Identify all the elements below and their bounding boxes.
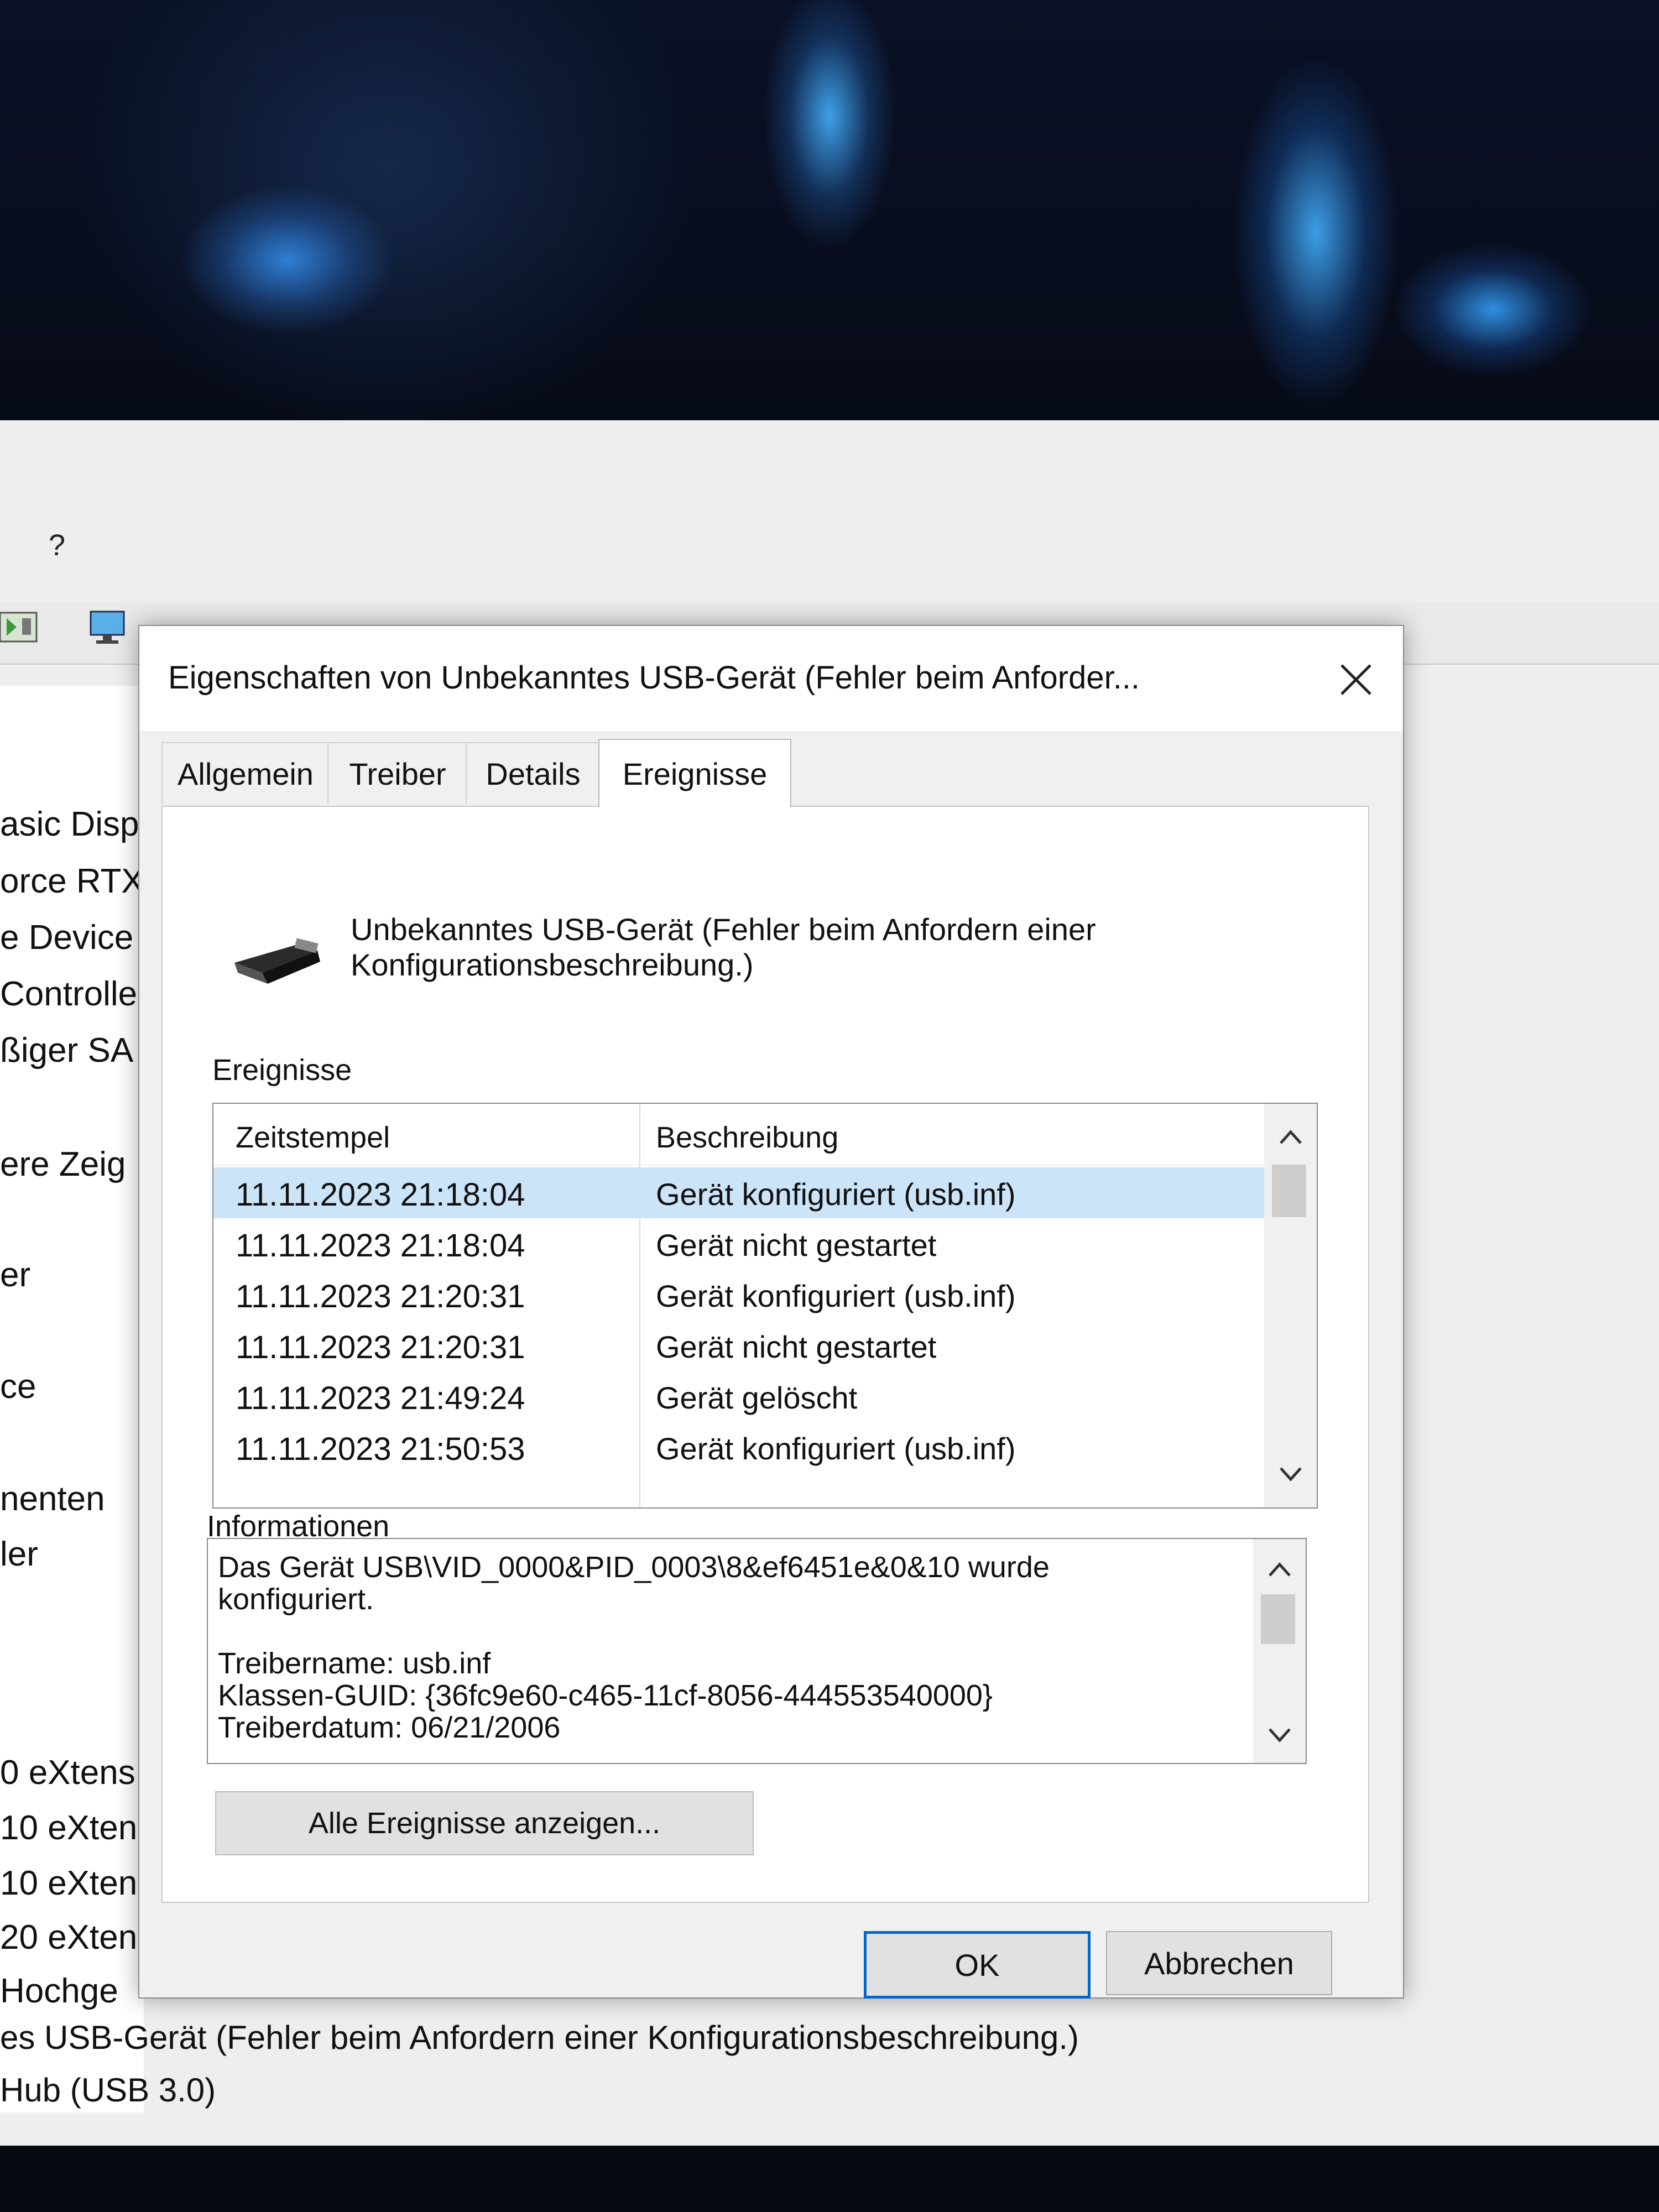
close-button[interactable] xyxy=(1331,655,1381,705)
scroll-thumb[interactable] xyxy=(1272,1165,1306,1217)
scroll-up-button[interactable] xyxy=(1264,1115,1317,1159)
event-row[interactable]: 11.11.2023 21:20:31 Gerät nicht gestarte… xyxy=(213,1320,1264,1371)
help-menu[interactable]: ? xyxy=(49,528,65,562)
event-row[interactable]: 11.11.2023 21:49:24 Gerät gelöscht xyxy=(213,1371,1264,1422)
events-tab-panel: Unbekanntes USB-Gerät (Fehler beim Anfor… xyxy=(161,806,1369,1903)
chevron-down-icon xyxy=(1268,1728,1291,1743)
scroll-down-button[interactable] xyxy=(1264,1452,1317,1496)
event-row[interactable]: 11.11.2023 21:50:53 Gerät konfiguriert (… xyxy=(213,1422,1264,1473)
event-description: Gerät nicht gestartet xyxy=(656,1329,937,1364)
tree-item[interactable]: ßiger SA xyxy=(0,1031,133,1070)
info-line: Das Gerät USB\VID_0000&PID_0003\8&ef6451… xyxy=(218,1551,1050,1584)
tree-item[interactable]: Hochge xyxy=(0,1971,118,2011)
event-description: Gerät nicht gestartet xyxy=(656,1228,937,1262)
events-scrollbar[interactable] xyxy=(1264,1104,1317,1507)
tab-details[interactable]: Details xyxy=(466,742,601,804)
all-events-button[interactable]: Alle Ereignisse anzeigen... xyxy=(215,1791,754,1855)
tree-item[interactable]: ler xyxy=(0,1535,38,1574)
event-timestamp: 11.11.2023 21:20:31 xyxy=(236,1329,525,1365)
info-line: Klassen-GUID: {36fc9e60-c465-11cf-8056-4… xyxy=(218,1679,993,1712)
tree-item[interactable]: ce xyxy=(0,1367,36,1406)
tree-item[interactable]: e Device xyxy=(0,918,133,957)
tree-item[interactable]: ere Zeig xyxy=(0,1145,126,1184)
info-line: Treiberdatum: 06/21/2006 xyxy=(218,1711,561,1744)
tree-item[interactable]: 20 eXten xyxy=(0,1918,137,1957)
tree-item[interactable]: 10 eXten xyxy=(0,1864,137,1903)
event-row[interactable]: 11.11.2023 21:20:31 Gerät konfiguriert (… xyxy=(213,1269,1264,1320)
device-tree: asic Disp orce RTX e Device Controlle ßi… xyxy=(0,686,144,2112)
event-row[interactable]: 11.11.2023 21:18:04 Gerät konfiguriert (… xyxy=(213,1167,1264,1218)
properties-dialog: Eigenschaften von Unbekanntes USB-Gerät … xyxy=(138,625,1404,1999)
tree-item-unknown-usb-device[interactable]: es USB-Gerät (Fehler beim Anfordern eine… xyxy=(0,2018,1079,2057)
tree-item[interactable]: Controlle xyxy=(0,974,137,1014)
info-line: konfiguriert. xyxy=(218,1583,374,1616)
events-list[interactable]: Zeitstempel Beschreibung 11.11.2023 21:1… xyxy=(212,1103,1318,1509)
dialog-title: Eigenschaften von Unbekanntes USB-Gerät … xyxy=(168,660,1140,696)
event-description: Gerät konfiguriert (usb.inf) xyxy=(656,1177,1016,1212)
info-line: Treibername: usb.inf xyxy=(218,1647,491,1680)
event-description: Gerät gelöscht xyxy=(656,1380,858,1415)
monitor-toolbar-icon[interactable] xyxy=(88,608,127,647)
tree-item[interactable]: asic Disp xyxy=(0,805,139,844)
chevron-up-icon xyxy=(1268,1562,1291,1577)
tree-item[interactable]: 10 eXten xyxy=(0,1808,137,1848)
chevron-up-icon xyxy=(1279,1130,1302,1144)
scroll-up-button[interactable] xyxy=(1253,1547,1306,1592)
event-timestamp: 11.11.2023 21:20:31 xyxy=(236,1279,525,1314)
event-timestamp: 11.11.2023 21:49:24 xyxy=(236,1380,525,1416)
event-row[interactable]: 11.11.2023 21:18:04 Gerät nicht gestarte… xyxy=(213,1218,1264,1269)
properties-toolbar-icon[interactable] xyxy=(0,608,39,647)
tab-treiber[interactable]: Treiber xyxy=(327,742,468,804)
tree-item[interactable]: 0 eXtens xyxy=(0,1753,135,1792)
info-textbox[interactable]: Das Gerät USB\VID_0000&PID_0003\8&ef6451… xyxy=(207,1538,1307,1764)
info-scrollbar[interactable] xyxy=(1253,1539,1306,1763)
device-name: Unbekanntes USB-Gerät (Fehler beim Anfor… xyxy=(351,912,1096,982)
tree-item-usb-hub[interactable]: Hub (USB 3.0) xyxy=(0,2071,216,2109)
scroll-down-button[interactable] xyxy=(1253,1713,1306,1757)
desktop-wallpaper xyxy=(0,0,1659,442)
tree-item[interactable]: er xyxy=(0,1255,30,1295)
events-label: Ereignisse xyxy=(212,1053,352,1087)
cancel-button[interactable]: Abbrechen xyxy=(1106,1931,1332,1995)
column-header-description[interactable]: Beschreibung xyxy=(656,1120,838,1155)
column-header-timestamp[interactable]: Zeitstempel xyxy=(236,1120,390,1155)
event-timestamp: 11.11.2023 21:18:04 xyxy=(236,1228,525,1264)
ok-button[interactable]: OK xyxy=(864,1931,1091,1999)
chevron-down-icon xyxy=(1279,1467,1302,1481)
tree-item[interactable]: orce RTX xyxy=(0,862,144,901)
usb-device-icon xyxy=(234,938,320,984)
scroll-thumb[interactable] xyxy=(1261,1594,1295,1644)
event-description: Gerät konfiguriert (usb.inf) xyxy=(656,1431,1016,1466)
tab-ereignisse[interactable]: Ereignisse xyxy=(598,739,791,807)
event-timestamp: 11.11.2023 21:18:04 xyxy=(236,1177,525,1213)
events-column-header: Zeitstempel Beschreibung xyxy=(213,1104,1264,1165)
close-icon xyxy=(1340,664,1371,695)
dialog-title-bar[interactable]: Eigenschaften von Unbekanntes USB-Gerät … xyxy=(139,626,1403,731)
event-timestamp: 11.11.2023 21:50:53 xyxy=(236,1431,525,1467)
tab-allgemein[interactable]: Allgemein xyxy=(161,742,330,804)
tree-item[interactable]: nenten xyxy=(0,1479,105,1519)
event-description: Gerät konfiguriert (usb.inf) xyxy=(656,1279,1016,1313)
